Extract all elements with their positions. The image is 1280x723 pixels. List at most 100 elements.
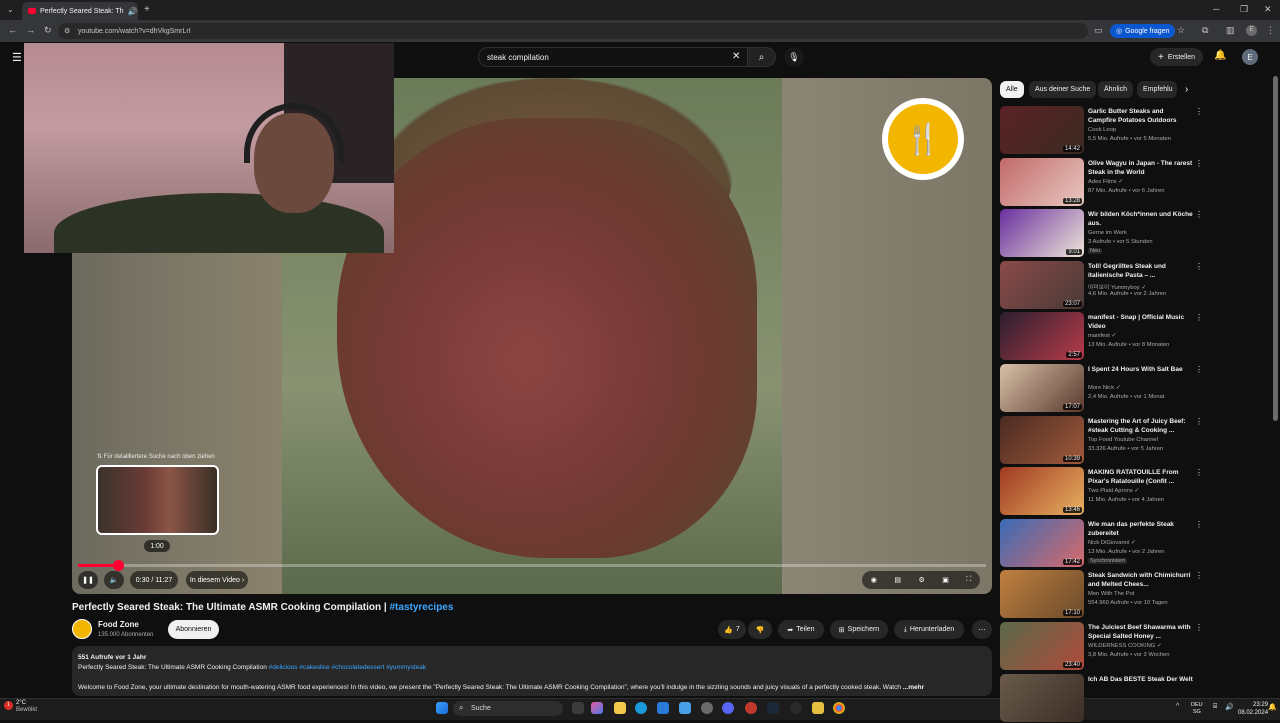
notification-bell-icon[interactable]: 🔔 <box>1268 703 1277 711</box>
tab-audio-icon[interactable]: 🔊 <box>128 7 138 16</box>
video-title-hashtag[interactable]: #tastyrecipes <box>390 602 454 613</box>
more-vertical-icon[interactable]: ⋮ <box>1195 210 1203 219</box>
app-red-icon[interactable] <box>745 702 757 714</box>
filter-chip[interactable]: Alle <box>1000 81 1024 98</box>
more-vertical-icon[interactable]: ⋮ <box>1195 107 1203 116</box>
taskbar-search[interactable]: ⌕ Suche <box>453 701 563 716</box>
restore-icon[interactable]: ❐ <box>1240 4 1248 15</box>
steam-icon[interactable] <box>767 702 779 714</box>
copilot-icon[interactable] <box>591 702 603 714</box>
recommended-video[interactable]: 9:01 Wir bilden Köch*innen und Köche aus.… <box>1000 209 1205 258</box>
recommended-channel[interactable]: Two Plaid Aprons ✓ <box>1088 488 1139 494</box>
back-icon[interactable]: ← <box>8 25 17 35</box>
video-thumbnail[interactable]: 13:46 <box>1000 467 1084 516</box>
subscribe-button[interactable]: Abonnieren <box>168 620 219 639</box>
account-avatar[interactable]: E <box>1242 49 1258 65</box>
channel-avatar[interactable] <box>72 619 92 639</box>
recommended-video-title[interactable]: I Spent 24 Hours With Salt Bae <box>1088 365 1193 374</box>
recommended-channel[interactable]: Cook Loop <box>1088 127 1116 133</box>
recommended-video[interactable]: 2:57 manifest - Snap | Official Music Vid… <box>1000 312 1205 361</box>
window-close-icon[interactable]: ✕ <box>1264 4 1272 15</box>
chrome-icon[interactable] <box>833 702 845 714</box>
file-explorer-icon[interactable] <box>614 702 626 714</box>
recommended-channel[interactable]: Ades Films ✓ <box>1088 179 1123 185</box>
more-vertical-icon[interactable]: ⋮ <box>1195 159 1203 168</box>
channel-name[interactable]: Food Zone <box>98 620 139 629</box>
recommended-video[interactable]: 17:42 Wie man das perfekte Steak zubereit… <box>1000 518 1205 568</box>
page-scrollbar[interactable] <box>1273 76 1278 421</box>
filter-chip[interactable]: Ähnlich <box>1098 81 1133 98</box>
video-thumbnail[interactable]: 17:10 <box>1000 570 1084 619</box>
save-button[interactable]: ⊞ Speichern <box>830 620 888 639</box>
cast-icon[interactable]: ▭ <box>1094 25 1103 36</box>
recommended-video[interactable]: 13:28 Olive Wagyu in Japan - The rarest S… <box>1000 157 1205 207</box>
discord-icon[interactable] <box>722 702 734 714</box>
more-vertical-icon[interactable]: ⋮ <box>1195 417 1203 426</box>
more-vertical-icon[interactable]: ⋮ <box>1195 520 1203 529</box>
browser-tab[interactable]: Perfectly Seared Steak: Th 🔊 ✕ <box>22 2 138 20</box>
system-clock[interactable]: 23:29 08.02.2024 <box>1238 701 1268 717</box>
site-info-icon[interactable]: ⚙ <box>64 27 70 35</box>
minimize-icon[interactable]: ─ <box>1213 4 1219 14</box>
recommended-channel[interactable]: WILDERNESS COOKING ✓ <box>1088 643 1162 649</box>
bookmark-star-icon[interactable]: ☆ <box>1177 25 1185 36</box>
mute-button[interactable]: 🔈 <box>104 571 124 589</box>
recommended-video[interactable]: 14:42 Garlic Butter Steaks and Campfire P… <box>1000 106 1205 155</box>
more-vertical-icon[interactable]: ⋮ <box>1195 262 1203 271</box>
video-thumbnail[interactable]: 2:57 <box>1000 312 1084 361</box>
edge-browser-icon[interactable] <box>635 702 647 714</box>
browser-profile-avatar[interactable]: E <box>1246 25 1257 36</box>
search-input[interactable]: steak compilation ✕ <box>478 47 748 67</box>
description-box[interactable]: 551 Aufrufe vor 1 Jahr Perfectly Seared … <box>72 646 992 696</box>
video-thumbnail[interactable]: 17:07 <box>1000 364 1084 412</box>
url-field[interactable]: youtube.com/watch?v=dhVkgSmrLrI <box>58 23 1088 39</box>
more-actions-button[interactable]: ⋯ <box>972 620 992 639</box>
create-button[interactable]: + Erstellen <box>1150 48 1204 66</box>
autoplay-toggle-icon[interactable]: ◉ <box>871 576 877 584</box>
video-thumbnail[interactable]: 23:40 <box>1000 622 1084 670</box>
recommended-video-title[interactable]: Steak Sandwich with Chimichurri and Melt… <box>1088 571 1193 589</box>
video-thumbnail[interactable]: 17:42 <box>1000 518 1084 567</box>
subtitles-icon[interactable]: ▤ <box>894 576 901 584</box>
progress-scrubber[interactable] <box>112 560 124 571</box>
extensions-icon[interactable]: ⧉ <box>1202 25 1208 36</box>
dislike-button[interactable]: 👎 <box>748 620 772 639</box>
notifications-bell-icon[interactable]: 🔔 <box>1214 50 1226 61</box>
video-thumbnail[interactable]: 13:28 <box>1000 157 1084 206</box>
recommended-channel[interactable]: Top Food Youtube Channel <box>1088 437 1158 443</box>
download-button[interactable]: ⤓ Herunterladen <box>894 620 964 639</box>
recommended-channel[interactable]: 야미보이 Yummyboy ✓ <box>1088 282 1146 291</box>
mail-icon[interactable] <box>657 702 669 714</box>
like-button[interactable]: 👍 7 <box>718 620 746 639</box>
recommended-video[interactable]: 10:39 Mastering the Art of Juicy Beef: #s… <box>1000 415 1205 465</box>
recommended-video-title[interactable]: Wie man das perfekte Steak zubereitet <box>1088 520 1193 538</box>
video-thumbnail[interactable] <box>1000 673 1084 722</box>
more-vertical-icon[interactable]: ⋮ <box>1195 571 1203 580</box>
speaker-icon[interactable]: 🔊 <box>1225 703 1234 711</box>
chips-next-chevron-icon[interactable]: › <box>1185 84 1188 95</box>
more-vertical-icon[interactable]: ⋮ <box>1195 468 1203 477</box>
filter-chip[interactable]: Empfehlu <box>1137 81 1177 98</box>
recommended-channel[interactable]: Nick DiGiovanni ✓ <box>1088 540 1136 546</box>
weather-widget[interactable]: 2°C Bewölkt <box>16 700 37 714</box>
recommended-video[interactable]: Ich AB Das BESTE Steak Der Welt <box>1000 673 1205 723</box>
recommended-channel[interactable]: Men With The Pot <box>1088 591 1134 597</box>
video-thumbnail[interactable]: 10:39 <box>1000 415 1084 464</box>
search-button[interactable]: ⌕ <box>748 47 776 67</box>
app-yellow-icon[interactable] <box>812 702 824 714</box>
recommended-video-title[interactable]: Ich AB Das BESTE Steak Der Welt <box>1088 675 1193 684</box>
recommended-channel[interactable]: Gerne im Werk <box>1088 230 1127 236</box>
forward-icon[interactable]: → <box>26 25 35 35</box>
more-vertical-icon[interactable]: ⋮ <box>1195 313 1203 322</box>
share-button[interactable]: ➦ Teilen <box>778 620 824 639</box>
more-vertical-icon[interactable]: ⋮ <box>1195 365 1203 374</box>
miniplayer-icon[interactable]: ▣ <box>942 576 949 584</box>
progress-bar[interactable] <box>78 560 986 571</box>
description-hashtags[interactable]: #delicious #cakeslice #chocolatedessert … <box>269 664 427 671</box>
reload-icon[interactable]: ↻ <box>44 25 52 36</box>
google-lens-button[interactable]: ◎ Google fragen <box>1110 24 1176 38</box>
voice-search-button[interactable]: 🎙 <box>784 47 804 67</box>
task-view-icon[interactable] <box>572 702 584 714</box>
windows-start-icon[interactable] <box>436 702 448 714</box>
recommended-channel[interactable]: manifest ✓ <box>1088 333 1116 339</box>
